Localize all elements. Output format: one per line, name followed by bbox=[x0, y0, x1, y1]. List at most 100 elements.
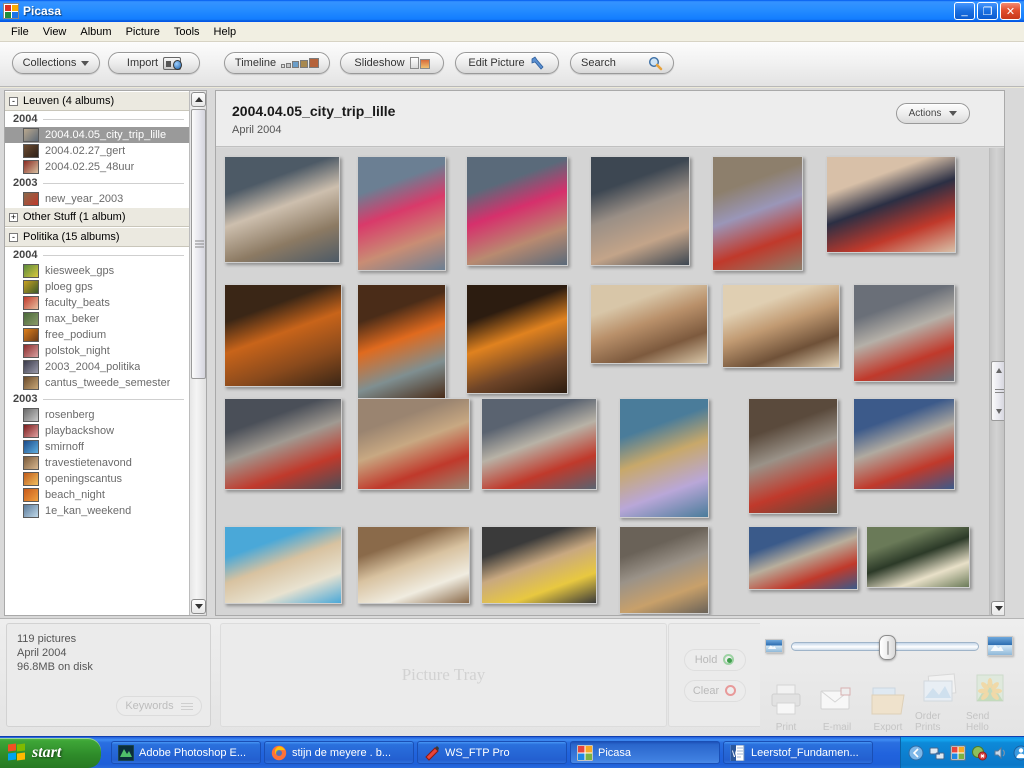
slideshow-button[interactable]: Slideshow bbox=[340, 52, 444, 74]
photo-thumbnail[interactable] bbox=[466, 156, 568, 266]
photo-thumbnail[interactable] bbox=[357, 398, 470, 490]
taskbar-button[interactable]: WLeerstof_Fundamen... bbox=[723, 741, 873, 764]
sidebar-scroll-down-button[interactable] bbox=[191, 599, 206, 614]
sidebar-album-item[interactable]: polstok_night bbox=[5, 343, 190, 359]
photo-thumbnail[interactable] bbox=[224, 398, 342, 490]
menu-view[interactable]: View bbox=[36, 24, 74, 40]
photo-thumbnail[interactable] bbox=[481, 398, 597, 490]
photo-thumbnail[interactable] bbox=[748, 526, 858, 590]
action-print[interactable]: Print bbox=[762, 683, 810, 733]
taskbar-button[interactable]: Picasa bbox=[570, 741, 720, 764]
photo-thumbnail[interactable] bbox=[357, 526, 470, 604]
thumbnail-size-slider[interactable] bbox=[791, 642, 979, 651]
photo-thumbnail[interactable] bbox=[481, 526, 597, 604]
photo-thumbnail[interactable] bbox=[826, 156, 956, 253]
expand-icon[interactable]: + bbox=[9, 213, 18, 222]
photo-thumbnail[interactable] bbox=[357, 156, 446, 271]
photo-thumbnail[interactable] bbox=[866, 526, 970, 588]
search-button[interactable]: Search bbox=[570, 52, 674, 74]
menu-file[interactable]: File bbox=[4, 24, 36, 40]
maximize-button[interactable]: ❐ bbox=[977, 2, 998, 20]
menu-picture[interactable]: Picture bbox=[119, 24, 167, 40]
photo-thumbnail[interactable] bbox=[619, 526, 709, 614]
sidebar-album-item[interactable]: 2004.02.25_48uur bbox=[5, 159, 190, 175]
keywords-button[interactable]: Keywords bbox=[116, 696, 202, 716]
collection-header[interactable]: -Politika (15 albums) bbox=[5, 227, 190, 247]
grid-scrollbar[interactable] bbox=[989, 148, 1005, 616]
small-thumbnail-icon[interactable] bbox=[765, 639, 783, 653]
sidebar-album-item[interactable]: faculty_beats bbox=[5, 295, 190, 311]
slider-handle[interactable] bbox=[879, 635, 896, 660]
sidebar-album-item[interactable]: openingscantus bbox=[5, 471, 190, 487]
collection-header[interactable]: -Leuven (4 albums) bbox=[5, 91, 190, 111]
sidebar-scrollbar[interactable] bbox=[189, 91, 206, 615]
large-thumbnail-icon[interactable] bbox=[987, 636, 1013, 656]
printer-icon bbox=[766, 683, 806, 719]
sidebar-album-item[interactable]: travestietenavond bbox=[5, 455, 190, 471]
collapse-icon[interactable]: - bbox=[9, 233, 18, 242]
sidebar-album-item[interactable]: new_year_2003 bbox=[5, 191, 190, 207]
sidebar-album-item[interactable]: free_podium bbox=[5, 327, 190, 343]
import-button[interactable]: Import bbox=[108, 52, 200, 74]
photo-thumbnail[interactable] bbox=[748, 398, 838, 514]
messenger-icon[interactable] bbox=[1013, 745, 1024, 761]
action-export[interactable]: Export bbox=[864, 683, 912, 733]
picasa-tray-icon[interactable] bbox=[950, 745, 966, 761]
photo-thumbnail[interactable] bbox=[224, 156, 340, 263]
timeline-button[interactable]: Timeline bbox=[224, 52, 330, 74]
volume-icon[interactable] bbox=[992, 745, 1008, 761]
sidebar-scroll-thumb[interactable] bbox=[191, 109, 206, 379]
edit-picture-button[interactable]: Edit Picture bbox=[455, 52, 559, 74]
menu-album[interactable]: Album bbox=[73, 24, 118, 40]
network-icon[interactable] bbox=[929, 745, 945, 761]
action-order-prints[interactable]: Order Prints bbox=[915, 672, 963, 733]
show-hidden-icons-icon[interactable] bbox=[908, 745, 924, 761]
taskbar-button[interactable]: stijn de meyere . b... bbox=[264, 741, 414, 764]
sidebar-album-item[interactable]: 1e_kan_weekend bbox=[5, 503, 190, 519]
actions-button[interactable]: Actions bbox=[896, 103, 970, 124]
minimize-button[interactable]: _ bbox=[954, 2, 975, 20]
album-thumbnail-icon bbox=[23, 456, 39, 470]
taskbar-button[interactable]: WS_FTP Pro bbox=[417, 741, 567, 764]
collections-button[interactable]: Collections bbox=[12, 52, 100, 74]
sidebar-album-item[interactable]: playbackshow bbox=[5, 423, 190, 439]
sidebar-album-item[interactable]: smirnoff bbox=[5, 439, 190, 455]
sidebar-scroll-up-button[interactable] bbox=[191, 92, 206, 107]
photo-thumbnail[interactable] bbox=[590, 156, 690, 266]
sidebar-album-item[interactable]: 2004.04.05_city_trip_lille bbox=[5, 127, 190, 143]
close-button[interactable]: ✕ bbox=[1000, 2, 1021, 20]
sidebar-album-item[interactable]: ploeg gps bbox=[5, 279, 190, 295]
start-button[interactable]: start bbox=[0, 738, 101, 768]
menu-help[interactable]: Help bbox=[207, 24, 244, 40]
photo-thumbnail[interactable] bbox=[853, 284, 955, 382]
clear-button[interactable]: Clear bbox=[684, 680, 746, 702]
photo-thumbnail[interactable] bbox=[619, 398, 709, 518]
photo-thumbnail[interactable] bbox=[224, 284, 342, 387]
photo-thumbnail[interactable] bbox=[712, 156, 803, 271]
menu-tools[interactable]: Tools bbox=[167, 24, 207, 40]
photo-thumbnail[interactable] bbox=[224, 526, 342, 604]
photo-thumbnail[interactable] bbox=[357, 284, 446, 399]
sidebar-album-item[interactable]: 2004.02.27_gert bbox=[5, 143, 190, 159]
action-e-mail[interactable]: E-mail bbox=[813, 683, 861, 733]
sidebar-album-item[interactable]: beach_night bbox=[5, 487, 190, 503]
album-thumbnail-icon bbox=[23, 408, 39, 422]
sidebar-album-item[interactable]: rosenberg bbox=[5, 407, 190, 423]
photo-thumbnail[interactable] bbox=[722, 284, 840, 368]
grid-scroll-thumb[interactable] bbox=[991, 361, 1005, 421]
photo-thumbnail[interactable] bbox=[853, 398, 955, 490]
picture-tray[interactable]: Picture Tray bbox=[220, 623, 667, 727]
action-send-hello[interactable]: Send Hello bbox=[966, 672, 1014, 733]
photo-thumbnail[interactable] bbox=[466, 284, 568, 394]
grid-scroll-down-button[interactable] bbox=[991, 601, 1005, 616]
photo-thumbnail[interactable] bbox=[590, 284, 708, 364]
sidebar-album-item[interactable]: 2003_2004_politika bbox=[5, 359, 190, 375]
sidebar-album-item[interactable]: cantus_tweede_semester bbox=[5, 375, 190, 391]
antivirus-icon[interactable] bbox=[971, 745, 987, 761]
collection-header[interactable]: +Other Stuff (1 album) bbox=[5, 207, 190, 227]
collapse-icon[interactable]: - bbox=[9, 97, 18, 106]
hold-button[interactable]: Hold bbox=[684, 649, 746, 671]
sidebar-album-item[interactable]: max_beker bbox=[5, 311, 190, 327]
sidebar-album-item[interactable]: kiesweek_gps bbox=[5, 263, 190, 279]
taskbar-button[interactable]: Adobe Photoshop E... bbox=[111, 741, 261, 764]
